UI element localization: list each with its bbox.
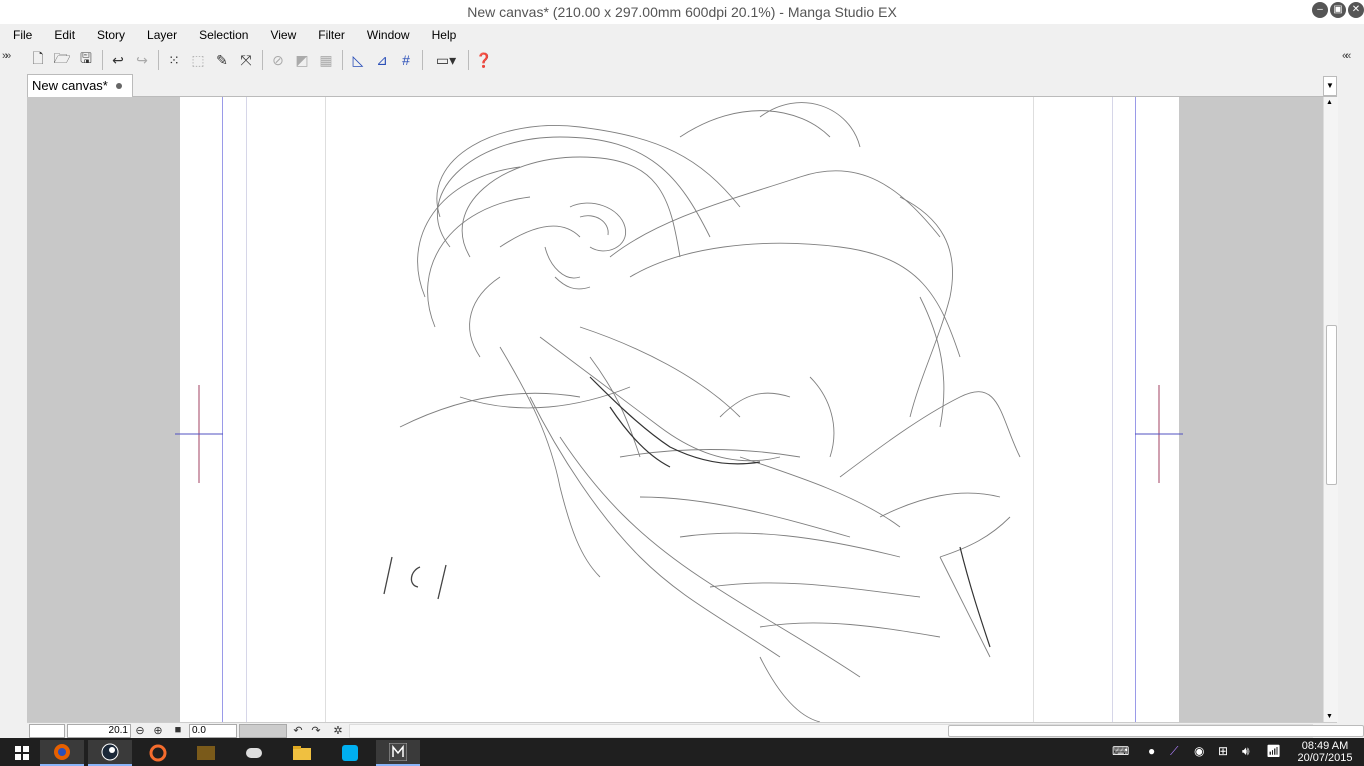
manga-studio-icon[interactable] [376,740,420,766]
hide-selection-icon[interactable]: ⊘ [269,51,287,69]
new-file-icon[interactable]: 🗋 [29,50,47,69]
close-button[interactable]: ✕ [1348,2,1364,18]
clock-time: 08:49 AM [1301,740,1349,752]
maximize-button[interactable]: ▣ [1330,2,1346,18]
paper[interactable]: lcl [175,97,1183,722]
menu-help[interactable]: Help [419,24,466,46]
status-bar: 20.1 ⊖ ⊕ ■ 0.0 ↶ ↷ ✲ [27,721,1364,739]
redo-icon[interactable]: ↪ [133,51,151,69]
volume-icon[interactable]: 🔊︎ [1242,744,1250,759]
record-dot-icon[interactable]: ● [1148,744,1155,758]
registration-mark-left [175,385,223,483]
steam-icon[interactable] [88,740,132,766]
bleed-line-left [246,97,247,722]
taskbar: ⌨ ● ⟋ ◉ ⊞ 🔊︎ 📶︎ 08:49 AM 20/07/2015 [0,738,1364,766]
horizontal-scrollbar[interactable] [349,724,1364,738]
pen-tablet-icon[interactable]: ⟋ [1170,744,1178,759]
canvas-area[interactable]: lcl [27,97,1323,722]
inner-frame-left [325,97,326,722]
bleed-line-right [1112,97,1113,722]
color-swatch-box[interactable] [29,724,65,738]
left-panel-expand-icon[interactable]: »» [2,50,11,62]
menu-layer[interactable]: Layer [134,24,186,46]
unsaved-dot-icon [115,83,122,89]
brush-icon[interactable]: ✎ [213,51,231,69]
minimize-button[interactable]: – [1312,2,1328,18]
menu-selection[interactable]: Selection [186,24,257,46]
zoom-in-icon[interactable]: ⊕ [149,721,167,739]
file-explorer-icon[interactable] [280,740,324,766]
undo-icon[interactable]: ↩ [109,51,127,69]
skype-icon[interactable] [328,740,372,766]
tab-list-dropdown-icon[interactable]: ▼ [1323,76,1337,96]
origin-icon[interactable] [136,740,180,766]
rotate-right-icon[interactable]: ↷ [307,721,325,739]
right-panel [1336,74,1364,738]
menu-window[interactable]: Window [354,24,419,46]
frame-icon[interactable]: ▦ [317,51,335,69]
select-dots-icon[interactable]: ⁙ [165,51,183,69]
windows-tray-icon[interactable]: ⊞ [1218,744,1228,758]
firefox-icon[interactable] [40,740,84,766]
rotate-left-icon[interactable]: ↶ [289,721,307,739]
fill-icon[interactable]: ◩ [293,51,311,69]
fit-to-window-icon[interactable]: ■ [169,721,187,739]
rotation-field[interactable]: 0.0 [189,724,237,738]
document-tab-bar: New canvas* ▼ [27,74,1337,97]
reset-rotation-icon[interactable]: ✲ [329,721,347,739]
ruler-icon[interactable]: ◺ [349,51,367,69]
menu-bar: File Edit Story Layer Selection View Fil… [0,24,1364,46]
menu-file[interactable]: File [0,24,41,46]
left-panel [0,74,28,738]
network-icon[interactable]: 📶︎ [1266,744,1281,758]
menu-edit[interactable]: Edit [41,24,84,46]
rotation-slider[interactable] [239,724,287,738]
clock[interactable]: 08:49 AM 20/07/2015 [1290,740,1360,764]
tab-label: New canvas* [32,78,108,93]
mesh-transform-icon[interactable]: ⤧ [237,51,255,69]
vertical-scrollbar[interactable]: ▲ ▼ [1323,97,1338,722]
right-panel-expand-icon[interactable]: «« [1342,50,1351,62]
open-folder-icon[interactable]: 🗁 [53,50,71,69]
help-icon[interactable]: ❓ [475,51,493,69]
grid-icon[interactable]: # [397,51,415,69]
game-launcher-icon[interactable] [184,740,228,766]
menu-filter[interactable]: Filter [305,24,354,46]
gamepad-icon[interactable] [232,740,276,766]
signature-lcl [383,556,447,600]
transform-icon[interactable]: ⬚ [189,51,207,69]
perspective-ruler-icon[interactable]: ⊿ [373,51,391,69]
zoom-field[interactable]: 20.1 [67,724,131,738]
zoom-out-icon[interactable]: ⊖ [131,721,149,739]
menu-view[interactable]: View [257,24,305,46]
window-title: New canvas* (210.00 x 297.00mm 600dpi 20… [467,4,897,20]
start-icon[interactable] [0,740,44,766]
pencil-sketch [383,102,1021,722]
save-icon[interactable]: 🖫 [77,50,95,69]
vertical-scroll-thumb[interactable] [1326,325,1337,485]
tab-new-canvas[interactable]: New canvas* [27,74,133,97]
steam-tray-icon[interactable]: ◉ [1194,744,1204,758]
horizontal-scroll-thumb[interactable] [948,725,1364,737]
registration-mark-right [1135,385,1183,483]
toolbar: »» 🗋 🗁 🖫 ↩ ↪ ⁙ ⬚ ✎ ⤧ ⊘ ◩ ▦ ◺ ⊿ # ▭▾ ❓ «« [0,46,1364,75]
title-bar: New canvas* (210.00 x 297.00mm 600dpi 20… [0,0,1364,24]
screen-mode-icon[interactable]: ▭▾ [429,51,463,69]
clock-date: 20/07/2015 [1297,752,1353,764]
keyboard-icon[interactable]: ⌨ [1112,744,1129,758]
menu-story[interactable]: Story [84,24,134,46]
